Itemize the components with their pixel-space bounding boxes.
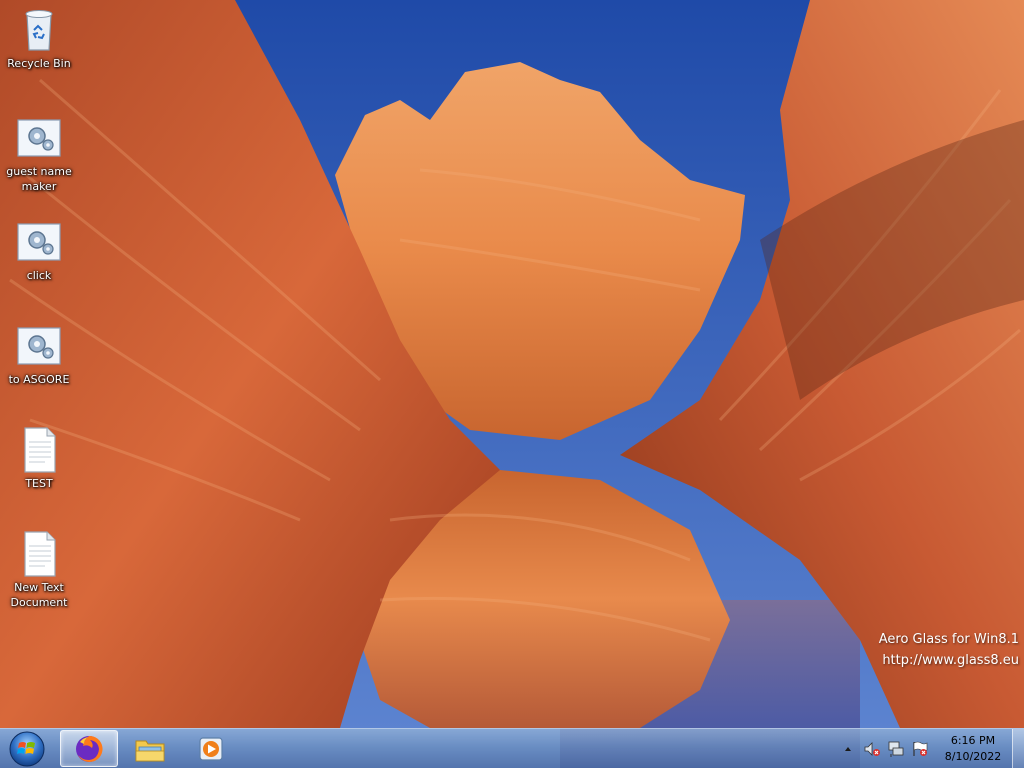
clock-date: 8/10/2022 — [944, 749, 1002, 763]
desktop-icon-guest-name-maker[interactable]: guest name maker — [0, 114, 78, 194]
desktop-icon-test[interactable]: TEST — [0, 426, 78, 491]
show-desktop-button[interactable] — [1012, 729, 1024, 768]
text-document-icon — [24, 531, 56, 577]
media-player-icon — [199, 736, 223, 761]
network-button[interactable] — [887, 740, 905, 758]
desktop-icon-label: guest name maker — [6, 165, 72, 193]
clock-time: 6:16 PM — [950, 733, 996, 747]
network-icon — [888, 741, 904, 757]
wallpaper — [0, 0, 1024, 768]
desktop[interactable]: Recycle Bin guest name maker click to AS… — [0, 0, 1024, 768]
watermark-line-2: http://www.glass8.eu — [882, 653, 1019, 668]
volume-button[interactable] — [863, 740, 881, 758]
start-button[interactable] — [3, 730, 51, 768]
folder-icon — [135, 740, 165, 761]
show-hidden-icons-button[interactable] — [839, 740, 857, 758]
desktop-icon-label: Recycle Bin — [7, 57, 71, 70]
batch-file-gear-icon — [17, 327, 61, 365]
watermark-line-1: Aero Glass for Win8.1 — [878, 632, 1019, 647]
taskbar-clock[interactable]: 6:16 PM 8/10/2022 — [942, 733, 1004, 765]
action-center-flag-icon — [913, 741, 928, 756]
batch-file-gear-icon — [17, 119, 61, 157]
system-tray: 6:16 PM 8/10/2022 — [836, 729, 1024, 768]
desktop-icon-label: click — [26, 269, 52, 282]
firefox-icon — [76, 735, 103, 762]
action-center-button[interactable] — [911, 740, 929, 758]
taskbar-file-explorer-button[interactable] — [121, 730, 179, 767]
taskbar[interactable]: 6:16 PM 8/10/2022 — [0, 728, 1024, 768]
desktop-icon-recycle-bin[interactable]: Recycle Bin — [0, 6, 78, 71]
taskbar-media-player-button[interactable] — [182, 730, 240, 767]
speaker-muted-icon — [864, 741, 880, 756]
desktop-icon-label: New Text Document — [10, 581, 68, 609]
windows-start-orb-icon — [9, 731, 45, 767]
chevron-up-icon — [845, 746, 851, 751]
text-document-icon — [24, 427, 56, 473]
recycle-bin-icon — [25, 10, 53, 51]
desktop-icon-to-asgore[interactable]: to ASGORE — [0, 322, 78, 387]
taskbar-firefox-button[interactable] — [60, 730, 118, 767]
desktop-icon-click[interactable]: click — [0, 218, 78, 283]
desktop-icon-label: to ASGORE — [8, 373, 70, 386]
desktop-icon-new-text-document[interactable]: New Text Document — [0, 530, 78, 610]
batch-file-gear-icon — [17, 223, 61, 261]
aero-glass-watermark: Aero Glass for Win8.1 http://www.glass8.… — [879, 629, 1019, 671]
desktop-icon-label: TEST — [25, 477, 53, 490]
